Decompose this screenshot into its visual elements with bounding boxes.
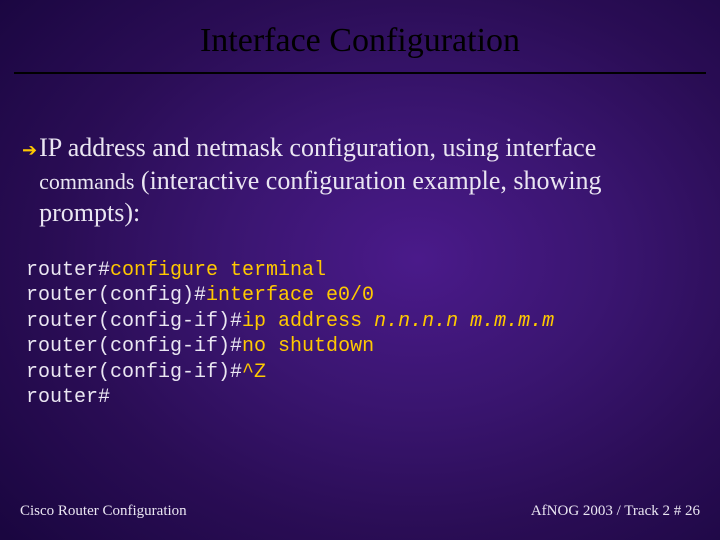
bullet-item: ➔ IP address and netmask configuration, … <box>22 132 690 230</box>
code-prompt: router(config-if)# <box>26 310 242 333</box>
code-prompt: router(config-if)# <box>26 361 242 384</box>
bullet-line1: IP address and netmask configuration, us… <box>39 133 596 162</box>
title-divider <box>14 72 706 74</box>
slide-body: ➔ IP address and netmask configuration, … <box>22 132 690 411</box>
footer-left: Cisco Router Configuration <box>20 503 187 520</box>
code-prompt: router(config-if)# <box>26 335 242 358</box>
code-prompt: router# <box>26 259 110 282</box>
slide-footer: Cisco Router Configuration AfNOG 2003 / … <box>20 503 700 520</box>
code-prompt: router(config)# <box>26 284 206 307</box>
code-cmd: no shutdown <box>242 335 374 358</box>
code-block: router#configure terminal router(config)… <box>26 258 690 412</box>
code-placeholder: n.n.n.n m.m.m.m <box>374 310 554 333</box>
code-cmd: configure terminal <box>110 259 326 282</box>
bullet-text: IP address and netmask configuration, us… <box>39 132 690 230</box>
bullet-smallword: commands <box>39 169 134 194</box>
footer-right: AfNOG 2003 / Track 2 # 26 <box>531 503 700 520</box>
bullet-arrow-icon: ➔ <box>22 134 37 166</box>
code-prompt: router# <box>26 386 110 409</box>
code-cmd: ip address <box>242 310 374 333</box>
code-cmd: ^Z <box>242 361 266 384</box>
code-cmd: interface e0/0 <box>206 284 374 307</box>
slide-title: Interface Configuration <box>0 22 720 60</box>
